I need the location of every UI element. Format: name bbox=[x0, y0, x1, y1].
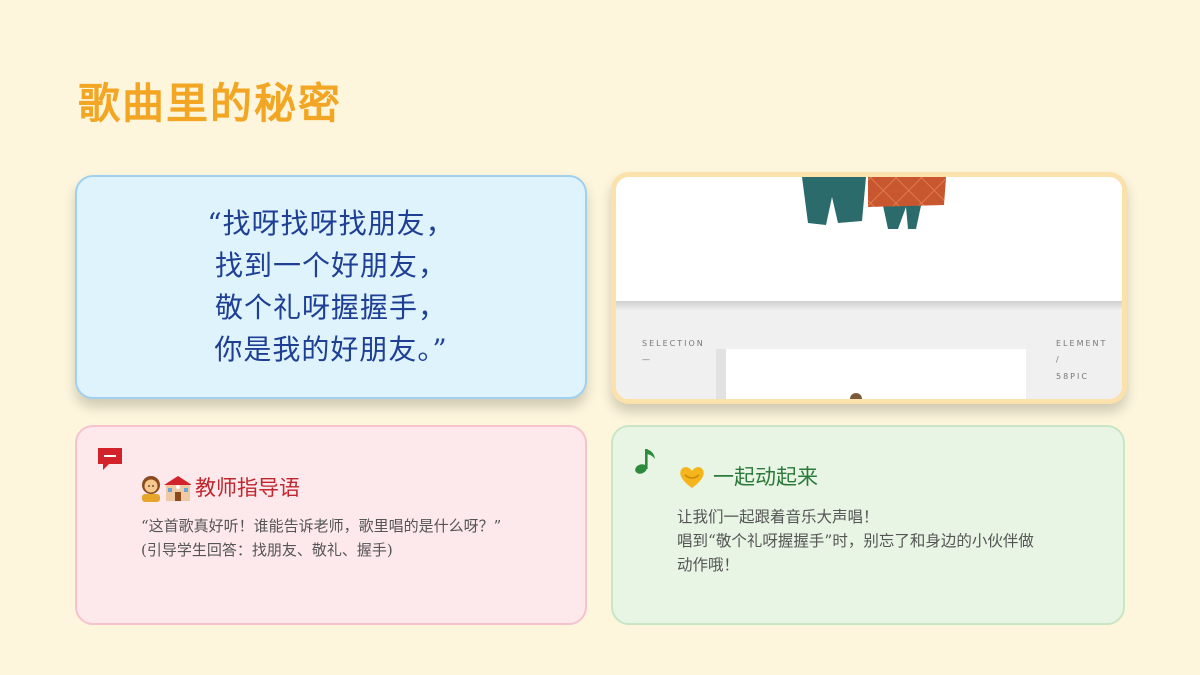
lyric-line: “找呀找呀找朋友， bbox=[207, 207, 455, 240]
teacher-school-emoji bbox=[142, 476, 191, 502]
music-note-icon bbox=[635, 449, 655, 474]
image-label-left-dash: — bbox=[642, 355, 652, 364]
move-together-card: 一起动起来 让我们一起跟着音乐大声唱！ 唱到“敬个礼呀握握手”时，别忘了和身边的… bbox=[611, 425, 1125, 625]
image-label-left: SELECTION bbox=[642, 339, 705, 348]
move-line: 让我们一起跟着音乐大声唱！ bbox=[677, 508, 879, 526]
lyric-line: 你是我的好朋友。” bbox=[214, 333, 448, 366]
move-heading-row: 一起动起来 bbox=[677, 463, 818, 491]
illustration-photo bbox=[616, 177, 1122, 399]
move-together-text: 让我们一起跟着音乐大声唱！ 唱到“敬个礼呀握握手”时，别忘了和身边的小伙伴做 动… bbox=[677, 505, 1107, 577]
teacher-guide-line: “这首歌真好听！谁能告诉老师，歌里唱的是什么呀？” bbox=[141, 517, 502, 535]
page-title: 歌曲里的秘密 bbox=[78, 79, 343, 128]
image-label-right-sub: 58PIC bbox=[1056, 372, 1089, 381]
heart-hands-emoji bbox=[680, 467, 704, 488]
teacher-heading: 教师指导语 bbox=[195, 476, 300, 500]
image-label-right-slash: / bbox=[1056, 355, 1061, 364]
move-line: 唱到“敬个礼呀握握手”时，别忘了和身边的小伙伴做 bbox=[677, 532, 1034, 550]
teacher-heading-row: 教师指导语 bbox=[139, 474, 300, 502]
move-heading: 一起动起来 bbox=[713, 465, 818, 489]
teacher-guide-text: “这首歌真好听！谁能告诉老师，歌里唱的是什么呀？” (引导学生回答：找朋友、敬礼… bbox=[141, 514, 581, 562]
teacher-guide-line: (引导学生回答：找朋友、敬礼、握手) bbox=[141, 541, 393, 559]
move-line: 动作哦！ bbox=[677, 556, 740, 574]
speech-bubble-icon bbox=[98, 448, 122, 470]
image-label-right: ELEMENT bbox=[1056, 339, 1108, 348]
lyrics-card: “找呀找呀找朋友， 找到一个好朋友， 敬个礼呀握握手， 你是我的好朋友。” bbox=[75, 175, 587, 399]
lyric-line: 敬个礼呀握握手， bbox=[214, 291, 447, 324]
teacher-guide-card: 教师指导语 “这首歌真好听！谁能告诉老师，歌里唱的是什么呀？” (引导学生回答：… bbox=[75, 425, 587, 625]
illustration-card: SELECTION — ELEMENT / 58PIC bbox=[611, 172, 1127, 404]
lyric-line: 找到一个好朋友， bbox=[214, 249, 447, 282]
